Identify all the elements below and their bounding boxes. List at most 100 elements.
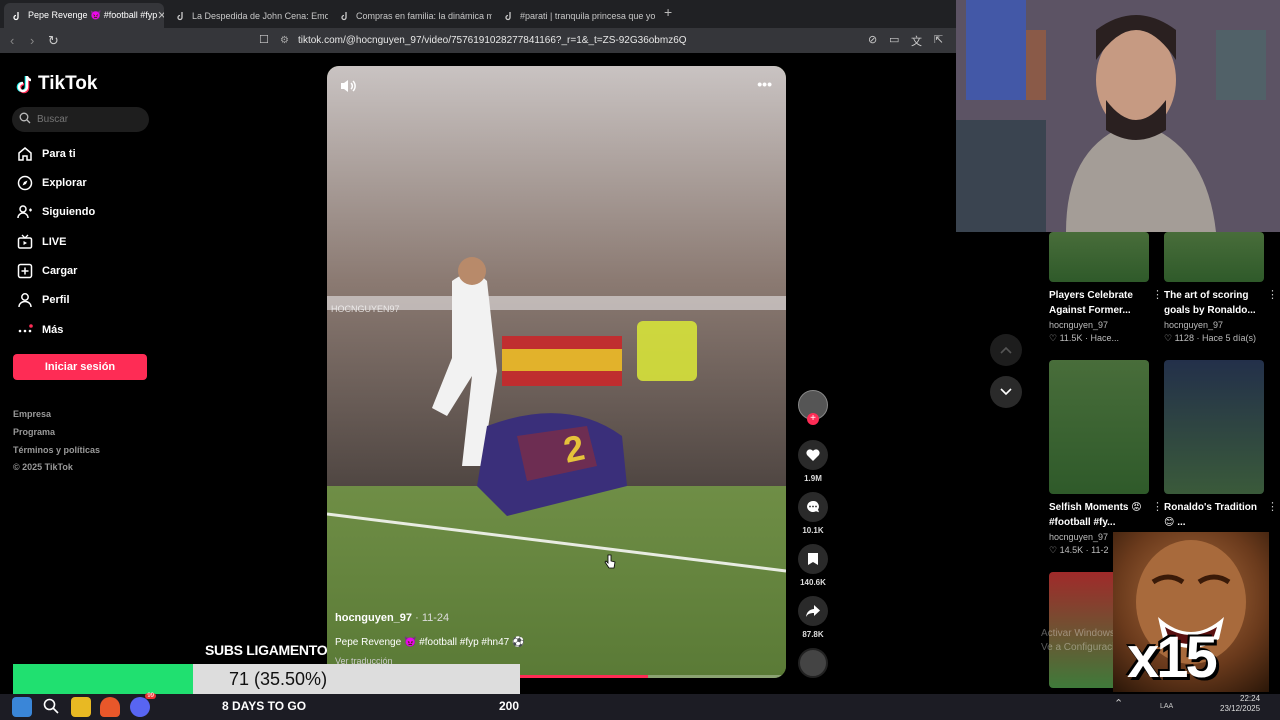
- recommended-video[interactable]: ⋮ The art of scoring goals by Ronaldo...…: [1164, 232, 1278, 344]
- heart-outline-icon: ♡: [1049, 545, 1058, 555]
- video-description: Pepe Revenge 👿 #football #fyp #hn47 ⚽: [335, 637, 525, 648]
- heart-outline-icon: ♡: [1049, 333, 1058, 343]
- share-arrow-icon: [798, 596, 828, 626]
- nav-item-siguiendo[interactable]: Siguiendo: [16, 203, 95, 221]
- browser-tab[interactable]: Pepe Revenge 👿 #football #fyp ✕: [4, 3, 164, 28]
- video-thumbnail[interactable]: [1164, 232, 1264, 282]
- site-info-icon[interactable]: ⚙: [280, 35, 289, 46]
- recommended-author[interactable]: hocnguyen_97: [1164, 320, 1264, 330]
- recommended-video[interactable]: ⋮ Ronaldo's Tradition 😊 ...: [1164, 360, 1278, 530]
- tray-expand-icon[interactable]: ⌃: [1114, 697, 1134, 717]
- browser-tab-strip: Pepe Revenge 👿 #football #fyp ✕ La Despe…: [0, 0, 960, 28]
- video-thumbnail[interactable]: [1164, 360, 1264, 494]
- video-player[interactable]: HOCNGUYEN97 2 ••• hocnguyen_97 · 11-24 P…: [327, 66, 786, 678]
- recommended-title[interactable]: The art of scoring goals by Ronaldo...: [1164, 288, 1264, 318]
- translate-icon[interactable]: 文: [911, 33, 922, 49]
- video-watermark: HOCNGUYEN97: [331, 304, 400, 314]
- file-explorer-icon[interactable]: [71, 697, 91, 717]
- hand-cursor-icon: [604, 554, 616, 575]
- login-button[interactable]: Iniciar sesión: [13, 354, 147, 380]
- discord-badge: 99: [145, 693, 156, 699]
- sound-avatar[interactable]: [797, 648, 829, 678]
- nav-item-mas[interactable]: Más: [16, 321, 63, 339]
- upload-icon: [16, 262, 34, 280]
- discord-icon[interactable]: 99: [130, 693, 156, 717]
- footer-link[interactable]: Empresa: [13, 409, 51, 419]
- bookmark-icon[interactable]: ☐: [259, 33, 269, 46]
- post-time: 11-2: [1091, 545, 1109, 555]
- clock-time: 22:24: [1240, 694, 1261, 703]
- browser-tab[interactable]: #parati | tranquila princesa que yo se: [496, 3, 656, 28]
- tiktok-icon: [504, 11, 514, 21]
- save-button[interactable]: 140.6K: [797, 544, 829, 587]
- nav-item-explorar[interactable]: Explorar: [16, 174, 87, 192]
- like-button[interactable]: 1.9M: [797, 440, 829, 483]
- share-count: 87.8K: [802, 630, 824, 639]
- windows-start-icon[interactable]: [12, 697, 32, 717]
- subs-goal-progress: 71 (35.50%): [229, 669, 328, 689]
- tiktok-logo[interactable]: TikTok: [16, 73, 97, 95]
- subs-goal-fill: [13, 664, 193, 694]
- recommended-title[interactable]: Ronaldo's Tradition 😊 ...: [1164, 500, 1264, 530]
- chevron-down-icon: [1000, 383, 1012, 401]
- share-button[interactable]: 87.8K: [797, 596, 829, 639]
- address-bar[interactable]: ⚙ tiktok.com/@hocnguyen_97/video/7576191…: [280, 31, 950, 50]
- post-time: Hace...: [1090, 333, 1119, 343]
- nav-label: Perfil: [42, 294, 70, 306]
- recommended-author[interactable]: hocnguyen_97: [1049, 320, 1149, 330]
- volume-icon[interactable]: [339, 78, 357, 99]
- nav-item-perfil[interactable]: Perfil: [16, 291, 70, 309]
- comment-button[interactable]: 10.1K: [797, 492, 829, 535]
- forward-icon[interactable]: ›: [30, 33, 34, 48]
- follow-plus-icon[interactable]: +: [807, 413, 819, 425]
- more-vertical-icon[interactable]: ⋮: [1152, 288, 1163, 301]
- comment-icon: [798, 492, 828, 522]
- tracking-icon[interactable]: ⊘: [868, 33, 877, 46]
- tab-title: #parati | tranquila princesa que yo se: [520, 10, 656, 21]
- clock-date: 23/12/2025: [1220, 704, 1261, 713]
- comment-count: 10.1K: [802, 526, 824, 535]
- more-options-icon[interactable]: •••: [757, 76, 772, 92]
- search-icon[interactable]: [42, 697, 62, 717]
- more-vertical-icon[interactable]: ⋮: [1267, 288, 1278, 301]
- screen-icon[interactable]: ▭: [889, 33, 899, 46]
- bookmark-icon: [798, 544, 828, 574]
- video-author[interactable]: hocnguyen_97: [335, 612, 412, 624]
- heart-outline-icon: ♡: [1164, 333, 1173, 343]
- next-video-button[interactable]: [990, 376, 1022, 408]
- like-count: 1.9M: [804, 474, 822, 483]
- search-input[interactable]: [37, 114, 137, 125]
- system-clock[interactable]: 22:24 23/12/2025: [1220, 694, 1260, 714]
- nav-label: Más: [42, 324, 64, 336]
- author-avatar-button[interactable]: +: [797, 390, 829, 425]
- recommended-title[interactable]: Selfish Moments 😡 #football #fy...: [1049, 500, 1149, 530]
- browser-tab[interactable]: La Despedida de John Cena: Emoción: [168, 3, 328, 28]
- share-icon[interactable]: ⇱: [934, 33, 943, 46]
- tiktok-icon: [16, 75, 32, 94]
- more-vertical-icon[interactable]: ⋮: [1152, 500, 1163, 513]
- recommended-title[interactable]: Players Celebrate Against Former...: [1049, 288, 1149, 318]
- like-count: 14.5K: [1059, 545, 1084, 555]
- reload-icon[interactable]: ↻: [48, 33, 59, 49]
- search-box[interactable]: [12, 107, 149, 132]
- nav-item-live[interactable]: LIVE: [16, 233, 66, 251]
- footer-link[interactable]: Programa: [13, 427, 55, 437]
- previous-video-button[interactable]: [990, 334, 1022, 366]
- goal-target: 200: [499, 699, 520, 713]
- tiktok-icon: [176, 11, 186, 21]
- search-icon: [19, 112, 31, 127]
- nav-item-cargar[interactable]: Cargar: [16, 262, 77, 280]
- recommended-video[interactable]: ⋮ Selfish Moments 😡 #football #fy... hoc…: [1049, 360, 1163, 556]
- nav-item-para-ti[interactable]: Para ti: [16, 145, 76, 163]
- input-language[interactable]: LAA: [1160, 703, 1173, 710]
- video-thumbnail[interactable]: [1049, 360, 1149, 494]
- video-thumbnail[interactable]: [1049, 232, 1149, 282]
- back-icon[interactable]: ‹: [10, 33, 14, 48]
- brave-browser-icon[interactable]: [100, 697, 120, 717]
- recommended-video[interactable]: ⋮ Players Celebrate Against Former... ho…: [1049, 232, 1163, 344]
- footer-link[interactable]: Términos y políticas: [13, 445, 100, 455]
- browser-tab[interactable]: Compras en familia: la dinámica man: [332, 3, 492, 28]
- new-tab-icon[interactable]: +: [664, 4, 672, 20]
- more-vertical-icon[interactable]: ⋮: [1267, 500, 1278, 513]
- close-tab-icon[interactable]: ✕: [157, 9, 164, 22]
